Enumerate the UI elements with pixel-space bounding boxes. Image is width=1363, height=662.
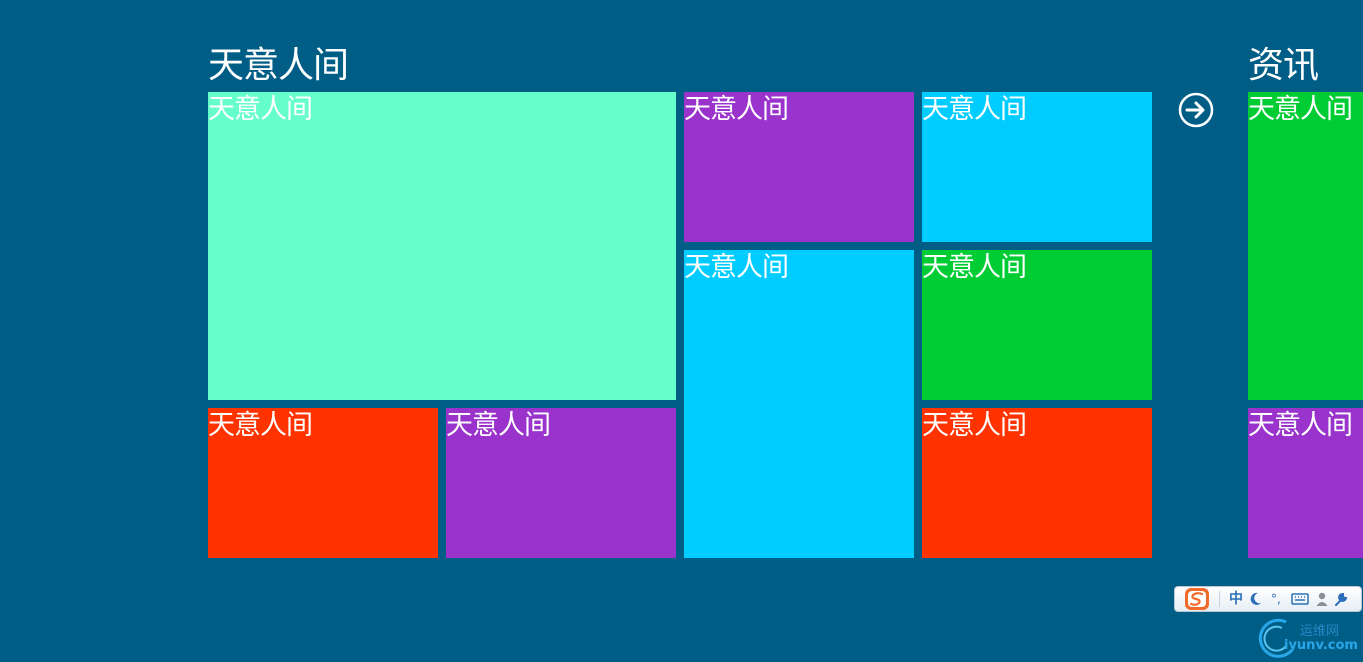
keyboard-icon[interactable] bbox=[1291, 590, 1309, 608]
user-icon[interactable] bbox=[1315, 590, 1329, 608]
tile-label: 天意人间 bbox=[1248, 94, 1353, 125]
group-title-news: 资讯 bbox=[1248, 45, 1319, 86]
tile-label: 天意人间 bbox=[684, 252, 789, 283]
tile-label: 天意人间 bbox=[922, 252, 1027, 283]
next-group-button[interactable] bbox=[1178, 92, 1214, 128]
tile-label: 天意人间 bbox=[922, 94, 1027, 125]
tile-label: 天意人间 bbox=[922, 410, 1027, 441]
wrench-icon[interactable] bbox=[1333, 590, 1349, 608]
watermark: 运维网 iyunv.com bbox=[1258, 614, 1363, 662]
tile-label: 天意人间 bbox=[208, 410, 313, 441]
tile-cyan-top[interactable]: 天意人间 bbox=[922, 92, 1152, 242]
tile-news-purple[interactable]: 天意人间 bbox=[1248, 408, 1363, 558]
tile-news-green[interactable]: 天意人间 bbox=[1248, 92, 1363, 400]
watermark-cn: 运维网 bbox=[1300, 624, 1340, 639]
half-width-moon-icon[interactable] bbox=[1249, 590, 1263, 608]
ime-punctuation-toggle[interactable]: °, bbox=[1271, 590, 1281, 608]
ime-mode-toggle[interactable]: 中 bbox=[1229, 590, 1243, 608]
tile-cyan-tall[interactable]: 天意人间 bbox=[684, 250, 914, 558]
tile-label: 天意人间 bbox=[1248, 410, 1353, 441]
sogou-s-icon[interactable] bbox=[1179, 587, 1213, 611]
tile-red-bottom-right[interactable]: 天意人间 bbox=[922, 408, 1152, 558]
tile-purple-bottom[interactable]: 天意人间 bbox=[446, 408, 676, 558]
arrow-right-circle-icon bbox=[1178, 92, 1214, 128]
tile-red-bottom-left[interactable]: 天意人间 bbox=[208, 408, 438, 558]
ime-toolbar[interactable]: 中 °, bbox=[1174, 586, 1362, 612]
tile-label: 天意人间 bbox=[208, 94, 313, 125]
tile-label: 天意人间 bbox=[446, 410, 551, 441]
watermark-en: iyunv.com bbox=[1284, 638, 1358, 653]
tile-green-middle[interactable]: 天意人间 bbox=[922, 250, 1152, 400]
divider bbox=[1219, 591, 1220, 607]
tile-label: 天意人间 bbox=[684, 94, 789, 125]
tile-large[interactable]: 天意人间 bbox=[208, 92, 676, 400]
group-title-tianyi: 天意人间 bbox=[208, 45, 349, 86]
tile-purple-top[interactable]: 天意人间 bbox=[684, 92, 914, 242]
